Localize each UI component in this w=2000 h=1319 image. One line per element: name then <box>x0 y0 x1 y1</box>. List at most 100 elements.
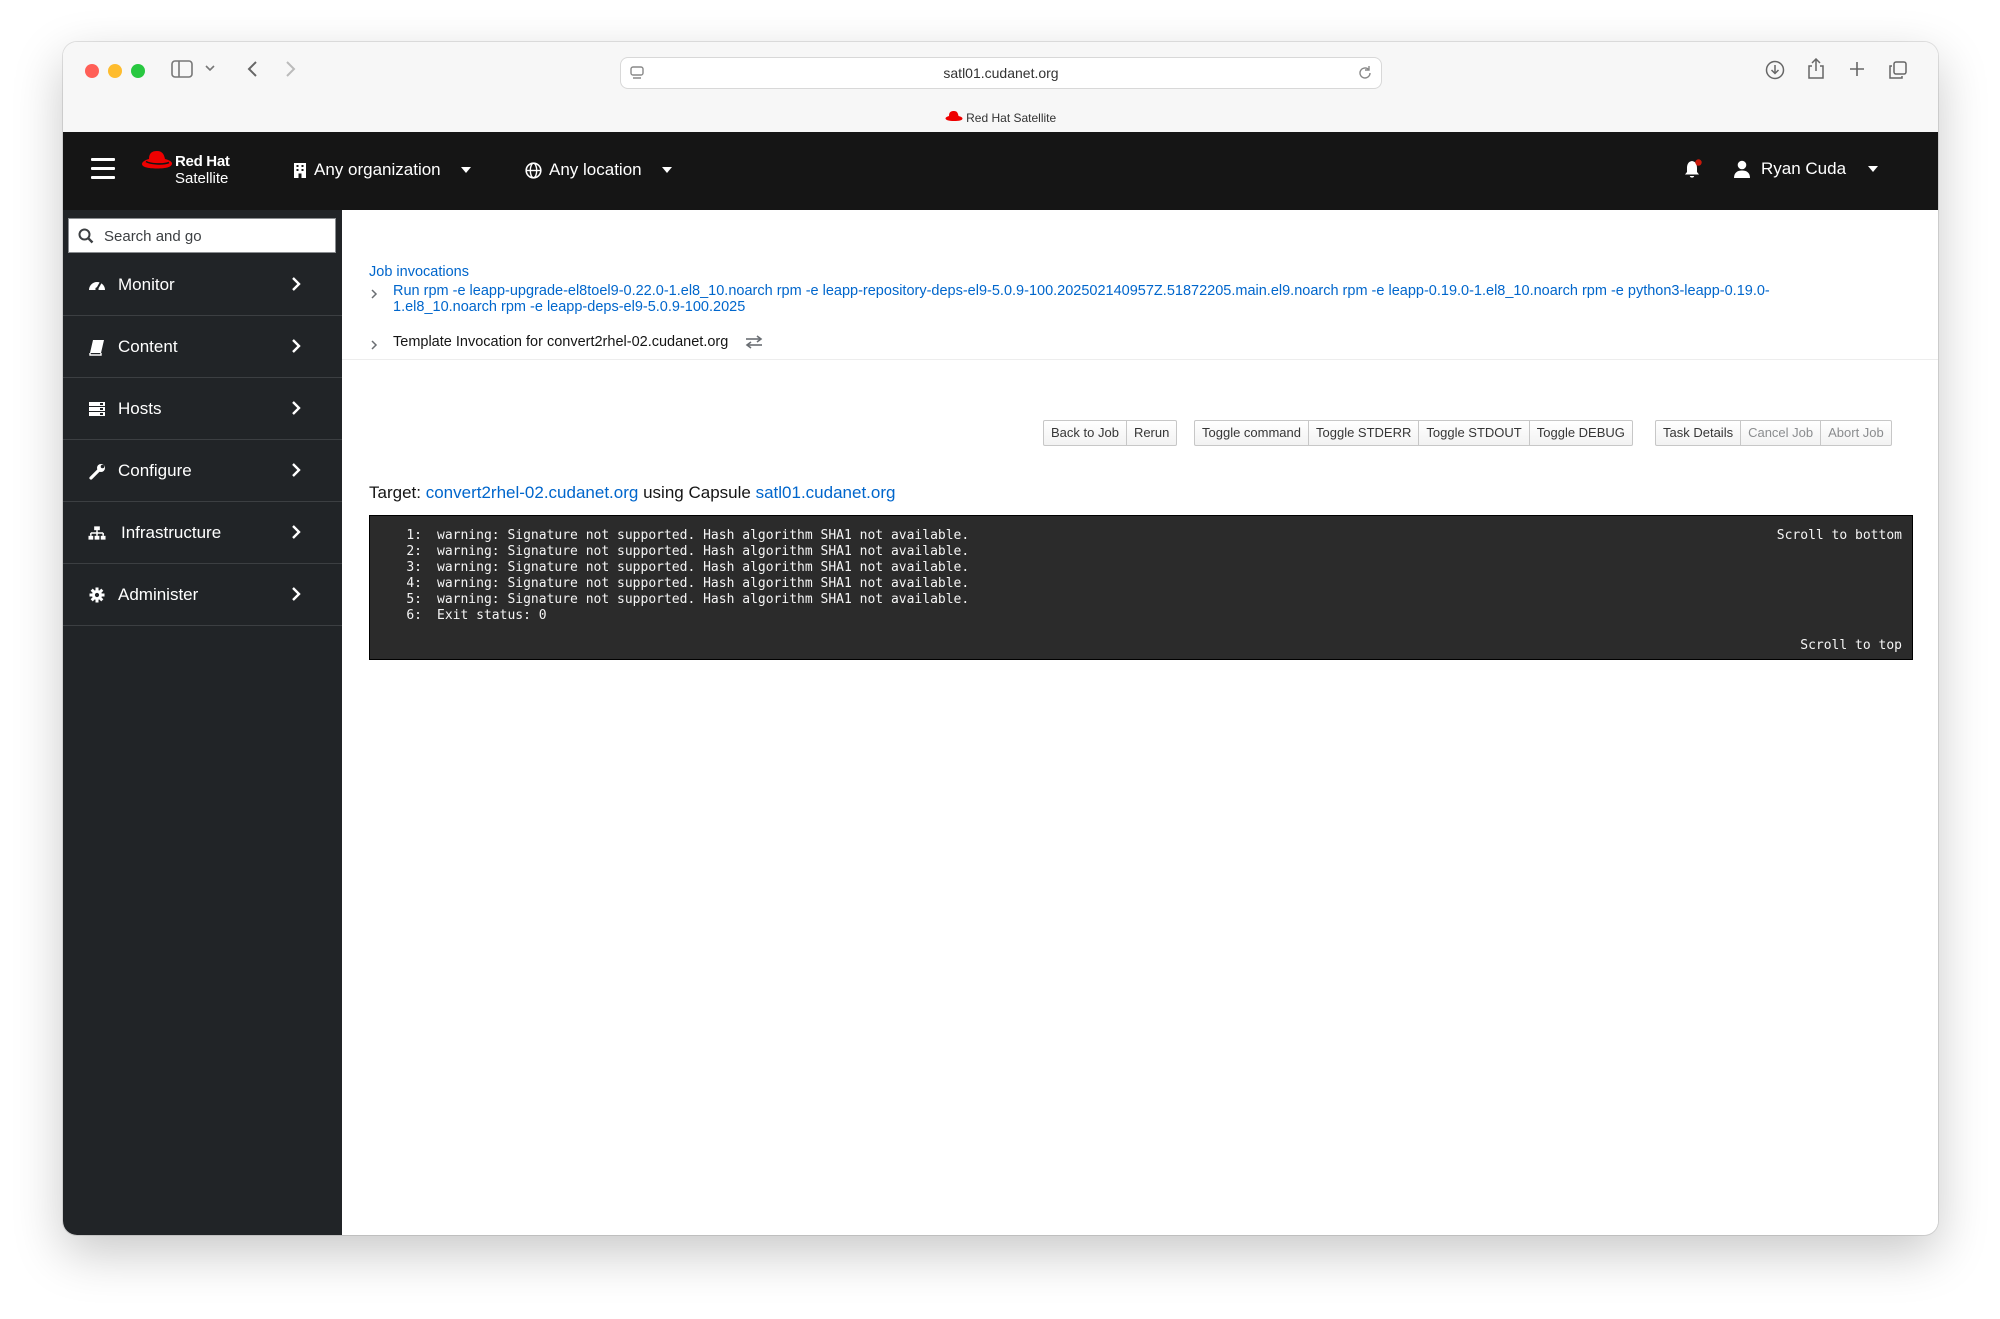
globe-icon <box>525 161 542 179</box>
chevron-right-icon <box>291 276 301 297</box>
chevron-right-icon <box>291 586 301 607</box>
url-text: satl01.cudanet.org <box>943 65 1059 81</box>
search-placeholder: Search and go <box>104 228 202 245</box>
close-window-button[interactable] <box>85 64 99 78</box>
breadcrumb-current: Template Invocation for convert2rhel-02.… <box>393 334 763 350</box>
chevron-right-icon <box>291 338 301 359</box>
rerun-button[interactable]: Rerun <box>1126 420 1178 446</box>
minimize-window-button[interactable] <box>108 64 122 78</box>
output-console[interactable]: 1: warning: Signature not supported. Hash… <box>369 515 1913 660</box>
caret-down-icon <box>460 167 471 173</box>
sidebar-item-label: Monitor <box>118 275 175 294</box>
target-info: Target: convert2rhel-02.cudanet.org usin… <box>369 483 895 503</box>
job-link-line1: Run rpm -e leapp-upgrade-el8toel9-0.22.0… <box>393 283 1770 299</box>
sidebar-item-label: Hosts <box>118 399 162 418</box>
scroll-to-top-link[interactable]: Scroll to top <box>1800 638 1902 653</box>
sidebar-item-label: Administer <box>118 585 199 604</box>
organization-label: Any organization <box>314 160 441 179</box>
brand-line1: Red Hat <box>175 153 230 170</box>
sidebar-item-infrastructure[interactable]: Infrastructure <box>63 502 342 564</box>
header-divider <box>342 359 1938 360</box>
toggle-command-button[interactable]: Toggle command <box>1194 420 1309 446</box>
abort-job-button[interactable]: Abort Job <box>1821 420 1892 446</box>
breadcrumb-root: Job invocations <box>369 264 469 280</box>
sidebar-item-content[interactable]: Content <box>63 316 342 378</box>
console-line: 1: warning: Signature not supported. Hash… <box>406 528 970 543</box>
notifications-bell-icon[interactable] <box>1683 159 1703 185</box>
toggle-stderr-button[interactable]: Toggle STDERR <box>1309 420 1420 446</box>
chevron-down-icon[interactable] <box>205 64 215 72</box>
sidebar-toggle-icon[interactable] <box>171 60 193 78</box>
chevron-right-icon <box>370 287 378 305</box>
task-button-group: Task Details Cancel Job Abort Job <box>1655 420 1892 446</box>
caret-down-icon <box>1868 166 1879 172</box>
zoom-window-button[interactable] <box>131 64 145 78</box>
browser-toolbar: satl01.cudanet.org Red Hat Satellite <box>63 42 1938 133</box>
building-icon <box>294 162 306 178</box>
target-middle: using Capsule <box>643 483 751 502</box>
exchange-arrows-icon[interactable] <box>745 335 763 349</box>
organization-switcher[interactable]: Any organization <box>293 160 471 180</box>
search-input[interactable]: Search and go <box>68 218 336 253</box>
sidebar-item-hosts[interactable]: Hosts <box>63 378 342 440</box>
sidebar-item-monitor[interactable]: Monitor <box>63 254 342 316</box>
hamburger-menu-icon[interactable] <box>91 158 115 180</box>
back-arrow-icon[interactable] <box>246 60 258 78</box>
brand-logo[interactable]: Red Hat Satellite <box>141 149 230 187</box>
console-line: 6: Exit status: 0 <box>406 608 547 623</box>
task-details-button[interactable]: Task Details <box>1655 420 1742 446</box>
job-link-line2: 1.el8_10.noarch rpm -e leapp-deps-el9-5.… <box>393 299 746 315</box>
chevron-right-icon <box>291 400 301 421</box>
console-line: 4: warning: Signature not supported. Hash… <box>406 576 970 591</box>
capsule-link[interactable]: satl01.cudanet.org <box>756 483 896 502</box>
scroll-to-bottom-link[interactable]: Scroll to bottom <box>1777 528 1902 543</box>
new-tab-icon[interactable] <box>1848 60 1866 78</box>
location-switcher[interactable]: Any location <box>525 160 672 180</box>
sitemap-icon <box>88 524 106 542</box>
tab-title[interactable]: Red Hat Satellite <box>63 110 1938 125</box>
location-label: Any location <box>549 160 642 179</box>
breadcrumb-job: Run rpm -e leapp-upgrade-el8toel9-0.22.0… <box>393 283 1770 315</box>
book-icon <box>88 338 106 356</box>
sidebar-item-label: Infrastructure <box>121 523 222 542</box>
reload-icon[interactable] <box>1357 65 1373 81</box>
job-invocations-link[interactable]: Job invocations <box>369 264 469 280</box>
tab-overview-icon[interactable] <box>1888 60 1908 80</box>
sidebar-item-label: Configure <box>118 461 192 480</box>
share-icon[interactable] <box>1807 58 1825 80</box>
console-line: 5: warning: Signature not supported. Hash… <box>406 592 970 607</box>
target-host-link[interactable]: convert2rhel-02.cudanet.org <box>426 483 639 502</box>
toggle-stdout-button[interactable]: Toggle STDOUT <box>1419 420 1530 446</box>
redhat-hat-icon <box>945 111 966 125</box>
user-menu[interactable]: Ryan Cuda <box>1733 159 1879 179</box>
tachometer-icon <box>88 276 106 294</box>
console-line: 2: warning: Signature not supported. Hash… <box>406 544 970 559</box>
user-name: Ryan Cuda <box>1761 159 1847 178</box>
chevron-right-icon <box>291 462 301 483</box>
toggle-debug-button[interactable]: Toggle DEBUG <box>1529 420 1633 446</box>
main-content: Job invocations Run rpm -e leapp-upgrade… <box>342 210 1938 1235</box>
sidebar-item-administer[interactable]: Administer <box>63 564 342 626</box>
console-line: 3: warning: Signature not supported. Hash… <box>406 560 970 575</box>
job-link[interactable]: Run rpm -e leapp-upgrade-el8toel9-0.22.0… <box>393 283 1770 315</box>
sidebar-item-label: Content <box>118 337 178 356</box>
job-button-group: Back to Job Rerun <box>1043 420 1178 446</box>
sidebar-item-configure[interactable]: Configure <box>63 440 342 502</box>
page-title: Template Invocation for convert2rhel-02.… <box>393 334 729 350</box>
target-prefix: Target: <box>369 483 421 502</box>
toggle-button-group: Toggle command Toggle STDERR Toggle STDO… <box>1194 420 1633 446</box>
download-icon[interactable] <box>1765 60 1785 80</box>
masthead: Red Hat Satellite Any organization Any l… <box>63 132 1938 210</box>
forward-arrow-icon[interactable] <box>285 60 297 78</box>
back-to-job-button[interactable]: Back to Job <box>1043 420 1127 446</box>
chevron-right-icon <box>370 338 378 356</box>
address-bar[interactable]: satl01.cudanet.org <box>620 57 1382 89</box>
chevron-right-icon <box>291 524 301 545</box>
cancel-job-button[interactable]: Cancel Job <box>1741 420 1822 446</box>
wrench-icon <box>88 462 106 480</box>
search-icon <box>78 228 94 249</box>
browser-window: satl01.cudanet.org Red Hat Satellite Red… <box>63 42 1938 1235</box>
brand-line2: Satellite <box>175 170 229 187</box>
gear-icon <box>88 586 106 604</box>
user-icon <box>1734 160 1750 178</box>
